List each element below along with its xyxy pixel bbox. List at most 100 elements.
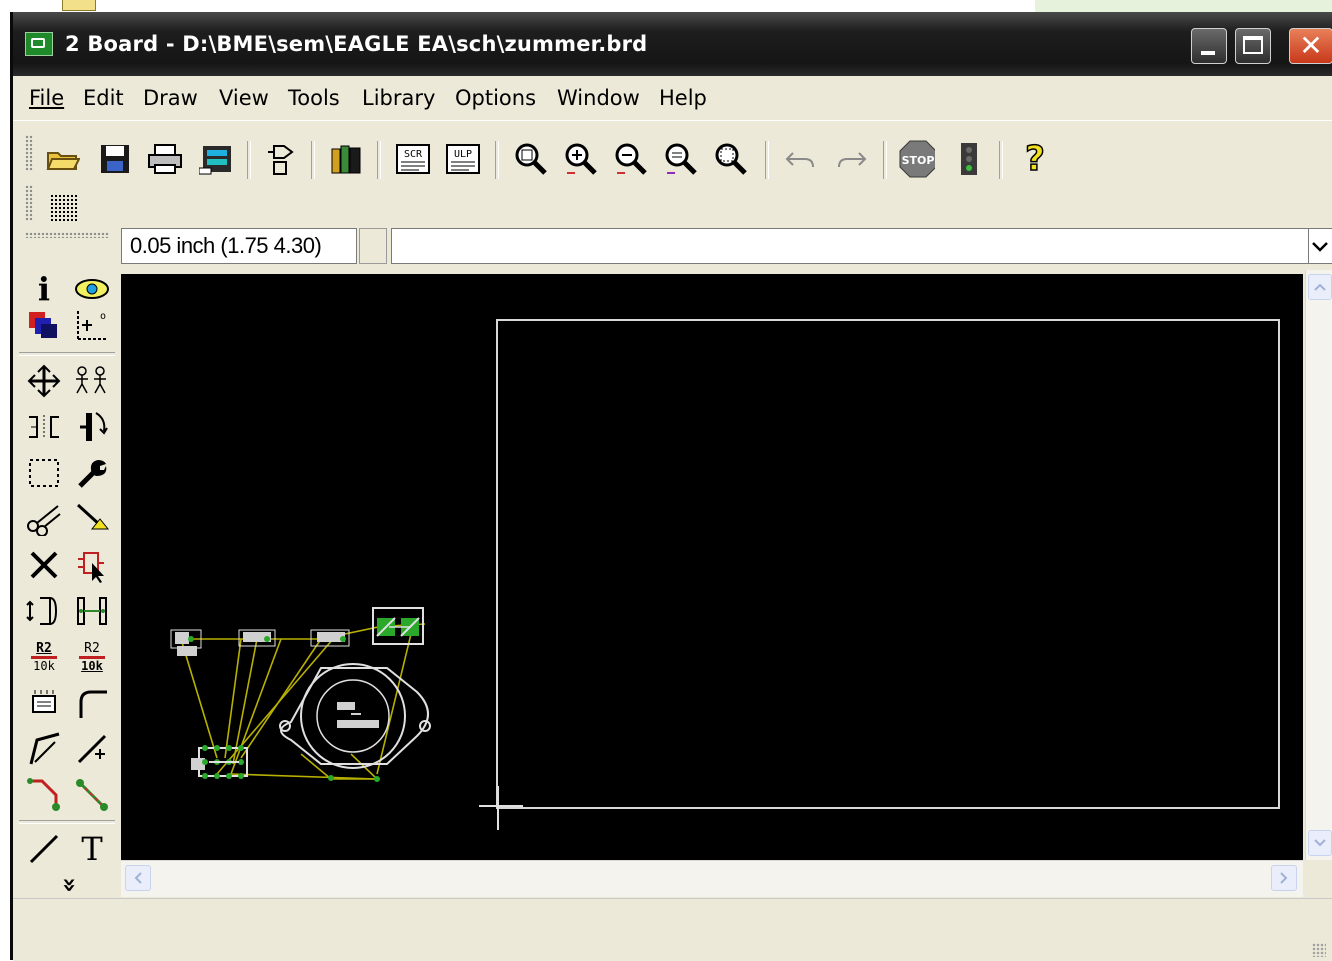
help-icon[interactable]: ? [1017, 138, 1053, 180]
save-icon[interactable] [97, 141, 133, 177]
scr-label: SCR [404, 149, 423, 160]
scroll-up-button[interactable] [1308, 274, 1332, 300]
move-icon[interactable] [25, 362, 63, 400]
horizontal-scrollbar[interactable] [121, 860, 1303, 897]
scroll-right-button[interactable] [1271, 865, 1297, 891]
split-icon[interactable] [25, 730, 63, 768]
mark-origin-icon[interactable]: o [73, 306, 111, 344]
stop-icon[interactable]: STOP [899, 140, 935, 178]
vertical-scrollbar[interactable] [1305, 270, 1332, 860]
eagle-board-window: 2 Board - D:\BME\sem\EAGLE EA\sch\zummer… [10, 12, 1332, 961]
help-label: ? [1024, 138, 1045, 180]
toolbar-grip[interactable] [25, 232, 109, 238]
pinswap-icon[interactable] [25, 592, 63, 630]
wire-icon[interactable] [25, 830, 63, 868]
text-tool-icon[interactable]: T [73, 830, 111, 868]
eagle-app-icon[interactable] [25, 32, 53, 56]
script-scr-icon[interactable]: SCR [395, 141, 431, 177]
menu-options[interactable]: Options [455, 86, 536, 110]
menu-draw[interactable]: Draw [143, 86, 198, 110]
menu-edit[interactable]: Edit [83, 86, 124, 110]
value-tool-icon[interactable]: R2 10k [73, 638, 111, 676]
menu-view[interactable]: View [219, 86, 269, 110]
value-tool-top-label: R2 [84, 641, 100, 656]
zoom-redraw-icon[interactable] [663, 141, 699, 177]
value-tool-bottom-label: 10k [81, 659, 103, 673]
layer-indicator-box[interactable] [359, 228, 387, 264]
chevron-right-icon [1280, 872, 1288, 884]
menu-library[interactable]: Library [362, 86, 435, 110]
resize-grip[interactable] [1312, 943, 1326, 957]
chevron-left-icon [134, 872, 142, 884]
menu-file[interactable]: File [29, 86, 64, 110]
library-books-icon[interactable] [329, 141, 365, 177]
paste-icon[interactable] [73, 500, 111, 538]
menu-help[interactable]: Help [659, 86, 707, 110]
replace-icon[interactable] [73, 592, 111, 630]
ulp-run-icon[interactable]: ULP [445, 141, 481, 177]
info-label: i [37, 270, 51, 308]
redo-icon[interactable] [833, 141, 869, 177]
desktop-background [1035, 0, 1332, 12]
status-bar [13, 898, 1332, 961]
coordinate-display: 0.05 inch (1.75 4.30) [121, 228, 357, 264]
command-history-dropdown[interactable] [1309, 228, 1332, 264]
minimize-button[interactable] [1191, 28, 1227, 64]
name-tool-bottom-label: 10k [33, 659, 55, 673]
show-eye-icon[interactable] [73, 270, 111, 308]
more-tools-chevron-icon[interactable]: » [51, 870, 89, 900]
board-editor-area [121, 270, 1332, 898]
name-tool-top-label: R2 [36, 641, 52, 656]
zoom-in-icon[interactable] [563, 141, 599, 177]
print-icon[interactable] [147, 141, 183, 177]
desktop-folder-icon[interactable] [62, 0, 96, 11]
toolbar-grip[interactable] [25, 185, 33, 221]
rotate-icon[interactable] [73, 408, 111, 446]
route-icon[interactable] [25, 776, 63, 814]
title-bar[interactable]: 2 Board - D:\BME\sem\EAGLE EA\sch\zummer… [13, 12, 1332, 76]
go-icon[interactable] [951, 141, 987, 177]
ripup-icon[interactable] [73, 776, 111, 814]
close-button[interactable]: ✕ [1289, 28, 1332, 64]
more-tools-label: » [55, 877, 84, 893]
scroll-down-button[interactable] [1308, 830, 1332, 856]
smash-icon[interactable] [25, 684, 63, 722]
zoom-select-icon[interactable] [713, 141, 749, 177]
menu-tools[interactable]: Tools [288, 86, 340, 110]
board-canvas[interactable] [121, 274, 1303, 860]
delete-icon[interactable] [25, 546, 63, 584]
window-title: 2 Board - D:\BME\sem\EAGLE EA\sch\zummer… [65, 32, 648, 56]
maximize-button[interactable] [1235, 28, 1271, 64]
name-tool-icon[interactable]: R2 10k [25, 638, 63, 676]
undo-icon[interactable] [783, 141, 819, 177]
ulp-label: ULP [454, 149, 472, 160]
change-wrench-icon[interactable] [73, 454, 111, 492]
zoom-out-icon[interactable] [613, 141, 649, 177]
command-toolbar: i o R2 10k R2 10k T » [13, 270, 119, 910]
grid-icon[interactable] [45, 189, 81, 225]
mirror-icon[interactable] [25, 408, 63, 446]
miter-icon[interactable] [73, 684, 111, 722]
toolbar-grip[interactable] [25, 135, 33, 171]
text-tool-label: T [81, 830, 103, 868]
info-icon[interactable]: i [25, 270, 63, 308]
group-select-icon[interactable] [25, 454, 63, 492]
add-part-icon[interactable] [73, 546, 111, 584]
scroll-left-button[interactable] [125, 865, 151, 891]
display-layers-icon[interactable] [25, 306, 63, 344]
menu-window[interactable]: Window [557, 86, 640, 110]
optimize-icon[interactable] [73, 730, 111, 768]
cut-scissors-icon[interactable] [25, 500, 63, 538]
cam-processor-icon[interactable] [199, 141, 235, 177]
schematic-switch-icon[interactable] [263, 141, 299, 177]
svg-text:o: o [100, 311, 106, 322]
buzzer-footprint [279, 663, 431, 769]
open-icon[interactable] [45, 141, 81, 177]
chevron-up-icon [1314, 283, 1326, 291]
board-drawing [170, 319, 1280, 830]
stop-label: STOP [902, 154, 935, 167]
zoom-fit-icon[interactable] [513, 141, 549, 177]
copy-group-icon[interactable] [73, 362, 111, 400]
command-input[interactable] [391, 228, 1309, 264]
menu-bar: File Edit Draw View Tools Library Option… [13, 76, 1332, 120]
